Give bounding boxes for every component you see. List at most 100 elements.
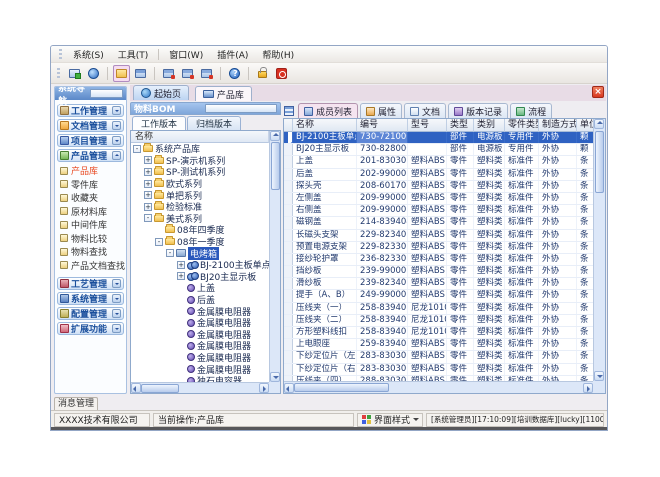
window-next-icon[interactable] <box>198 65 215 82</box>
table-row[interactable]: 接纱轮护罩236-823301-00X塑料ABS零件塑料类标准件外协条 <box>284 254 593 266</box>
sidebar-item-产品库[interactable]: 产品库 <box>60 164 125 178</box>
computer-icon[interactable] <box>66 65 83 82</box>
table-row[interactable]: 方形塑料线扣258-839403-00X尼龙1010零件塑料类标准件外协条 <box>284 327 593 339</box>
chevron-down-icon[interactable] <box>112 294 121 303</box>
menu-item-2[interactable]: 窗口(W) <box>162 47 210 62</box>
sidebar-section-配置管理[interactable]: 配置管理 <box>57 307 124 320</box>
tree-node[interactable]: -08年一季度 <box>131 236 269 248</box>
expand-plus-icon[interactable]: + <box>144 191 152 199</box>
grid-hscroll-thumb[interactable] <box>294 383 389 392</box>
menu-item-1[interactable]: 工具(T) <box>111 47 156 62</box>
collapse-minus-icon[interactable]: - <box>166 249 174 257</box>
table-row[interactable]: 长磁头支架229-823401-00X塑料ABS零件塑料类标准件外协条 <box>284 230 593 242</box>
table-row[interactable]: BJ-2100主板单点730-721000-12X部件电源板专用件外协颗 <box>284 132 593 144</box>
column-header-零件类型[interactable]: 零件类型 <box>505 119 539 132</box>
grid-vscroll-thumb[interactable] <box>595 131 604 193</box>
sidebar-section-工艺管理[interactable]: 工艺管理 <box>57 277 124 290</box>
table-row[interactable]: 左侧盖209-990001-01X塑料ABS零件塑料类标准件外协条 <box>284 193 593 205</box>
tree-node[interactable]: +单把系列 <box>131 189 269 201</box>
sidebar-section-扩展功能[interactable]: 扩展功能 <box>57 322 124 335</box>
tree-node[interactable]: 后盖 <box>131 294 269 306</box>
tab-属性[interactable]: 属性 <box>360 103 402 118</box>
scroll-right-icon[interactable] <box>259 383 269 393</box>
chevron-up-icon[interactable] <box>112 151 121 160</box>
tree-hscroll-thumb[interactable] <box>141 384 179 393</box>
tree-vertical-scrollbar[interactable] <box>269 131 280 382</box>
scroll-down-icon[interactable] <box>594 371 604 381</box>
sidebar-section-系统管理[interactable]: 系统管理 <box>57 292 124 305</box>
scroll-left-icon[interactable] <box>131 383 141 393</box>
tree-node[interactable]: 金属膜电阻器 <box>131 363 269 375</box>
grid-vertical-scrollbar[interactable] <box>593 119 605 381</box>
tree-node[interactable]: +SP-演示机系列 <box>131 155 269 167</box>
menu-item-4[interactable]: 帮助(H) <box>255 47 301 62</box>
scroll-right-icon[interactable] <box>583 383 593 393</box>
tab-start-page[interactable]: 起始页 <box>133 85 189 100</box>
tab-archived-version[interactable]: 归档版本 <box>187 116 241 130</box>
chevron-down-icon[interactable] <box>112 279 121 288</box>
collapse-minus-icon[interactable]: - <box>133 145 141 153</box>
tree-node[interactable]: 金属膜电阻器 <box>131 340 269 352</box>
table-row[interactable]: 探头壳208-601701-01X塑料ABS零件塑料类标准件外协条 <box>284 181 593 193</box>
tab-product-library[interactable]: 产品库 <box>195 86 252 101</box>
sidebar-section-文档管理[interactable]: 文档管理 <box>57 119 124 132</box>
tab-版本记录[interactable]: 版本记录 <box>448 103 508 118</box>
tree-node[interactable]: +欧式系列 <box>131 178 269 190</box>
column-header-名称[interactable]: 名称 <box>293 119 357 132</box>
grid-horizontal-scrollbar[interactable] <box>284 381 593 393</box>
expand-plus-icon[interactable]: + <box>144 203 152 211</box>
table-row[interactable]: BJ20主显示板730-828000-04X部件电源板专用件外协颗 <box>284 144 593 156</box>
sidebar-item-原材料库[interactable]: 原材料库 <box>60 205 125 219</box>
exit-icon[interactable] <box>273 65 290 82</box>
bom-panel-menu-button[interactable] <box>205 104 278 113</box>
layout-icon[interactable] <box>132 65 149 82</box>
table-row[interactable]: 压线夹（二）258-839402-00X尼龙1010零件塑料类标准件外协条 <box>284 315 593 327</box>
tab-working-version[interactable]: 工作版本 <box>132 116 186 130</box>
tree-node[interactable]: -系统产品库 <box>131 143 269 155</box>
sidebar-item-物料查找[interactable]: 物料查找 <box>60 245 125 259</box>
sidebar-item-零件库[interactable]: 零件库 <box>60 178 125 192</box>
tree-node[interactable]: 独石电容器 <box>131 375 269 382</box>
tab-文档[interactable]: 文档 <box>404 103 446 118</box>
tree-node[interactable]: 上盖 <box>131 282 269 294</box>
collapse-minus-icon[interactable]: - <box>155 238 163 246</box>
table-row[interactable]: 提手（A、B）249-990001-01X塑料ABS零件塑料类标准件外协条 <box>284 290 593 302</box>
table-row[interactable]: 压线夹（一）258-839401-00X尼龙1010零件塑料类标准件外协条 <box>284 303 593 315</box>
sidebar-item-收藏夹[interactable]: 收藏夹 <box>60 191 125 205</box>
table-row[interactable]: 右侧盖209-990002-01X塑料ABS零件塑料类标准件外协条 <box>284 205 593 217</box>
expand-plus-icon[interactable]: + <box>177 272 185 280</box>
tree-node[interactable]: +SP-测试机系列 <box>131 166 269 178</box>
sidebar-item-中间件库[interactable]: 中间件库 <box>60 218 125 232</box>
tree-vscroll-thumb[interactable] <box>271 142 280 190</box>
column-header-编号[interactable]: 编号 <box>357 119 408 132</box>
expand-plus-icon[interactable]: + <box>177 261 185 269</box>
column-header-类型[interactable]: 类型 <box>447 119 474 132</box>
chevron-down-icon[interactable] <box>112 136 121 145</box>
chevron-down-icon[interactable] <box>112 106 121 115</box>
tree-node[interactable]: 金属膜电阻器 <box>131 305 269 317</box>
table-row[interactable]: 挡纱板239-990001-01X塑料ABS零件塑料类标准件外协条 <box>284 266 593 278</box>
column-header-制造方式[interactable]: 制造方式 <box>539 119 577 132</box>
tree-node[interactable]: 金属膜电阻器 <box>131 352 269 364</box>
column-header-类别[interactable]: 类别 <box>474 119 505 132</box>
table-row[interactable]: 下纱定位片（右）283-830302-00X塑料ABS零件塑料类标准件外协条 <box>284 364 593 376</box>
sidebar-item-物料比较[interactable]: 物料比较 <box>60 232 125 246</box>
tree-node[interactable]: -美式系列 <box>131 213 269 225</box>
expand-plus-icon[interactable]: + <box>144 180 152 188</box>
tree-node[interactable]: +BJ20主显示板 <box>131 271 269 283</box>
chevron-down-icon[interactable] <box>112 324 121 333</box>
tree-column-header[interactable]: 名称 <box>131 131 269 143</box>
collapse-minus-icon[interactable]: - <box>144 214 152 222</box>
scroll-left-icon[interactable] <box>284 383 294 393</box>
tab-成员列表[interactable]: 成员列表 <box>298 103 358 118</box>
window-close-icon[interactable] <box>160 65 177 82</box>
table-row[interactable]: 上盖201-830302-00X塑料ABS零件塑料类标准件外协条 <box>284 156 593 168</box>
chevron-down-icon[interactable] <box>112 121 121 130</box>
table-row[interactable]: 下纱定位片（左）283-830301-00X塑料ABS零件塑料类标准件外协条 <box>284 351 593 363</box>
menu-item-0[interactable]: 系统(S) <box>66 47 111 62</box>
table-row[interactable]: 预置电源支架229-823302-00X塑料ABS零件塑料类标准件外协条 <box>284 242 593 254</box>
table-row[interactable]: 后盖202-990002-01X塑料ABS零件塑料类标准件外协条 <box>284 169 593 181</box>
tree-horizontal-scrollbar[interactable] <box>131 382 269 393</box>
tree-node[interactable]: -电烤箱 <box>131 247 269 259</box>
column-header-型号[interactable]: 型号 <box>408 119 447 132</box>
